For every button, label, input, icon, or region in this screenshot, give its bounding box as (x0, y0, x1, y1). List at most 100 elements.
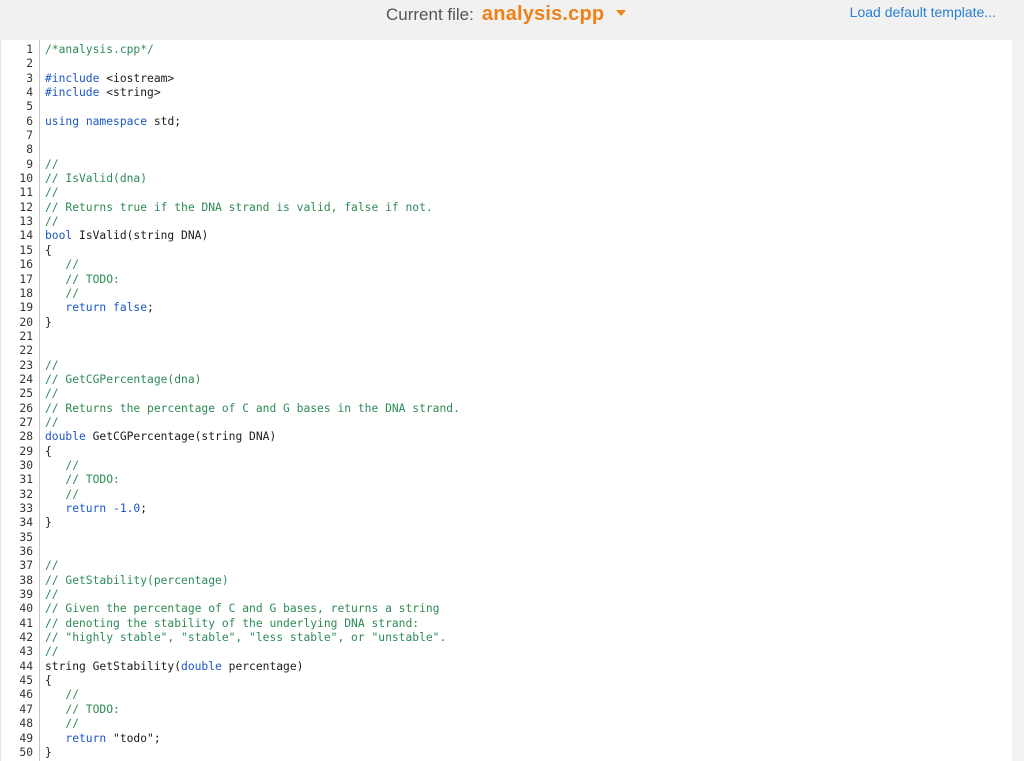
code-line[interactable]: 22 (1, 344, 1013, 358)
code-line[interactable]: 27 // (1, 416, 1013, 430)
code-text[interactable] (37, 545, 45, 559)
code-text[interactable]: double GetCGPercentage(string DNA) (37, 430, 276, 444)
code-text[interactable] (37, 57, 45, 71)
code-line[interactable]: 37 // (1, 559, 1013, 573)
code-line[interactable]: 49 return "todo"; (1, 732, 1013, 746)
code-editor[interactable]: 1 /*analysis.cpp*/ 2 3 #include <iostream> 4 #… (0, 40, 1013, 761)
code-line[interactable]: 8 (1, 143, 1013, 157)
code-line[interactable]: 3 #include <iostream> (1, 72, 1013, 86)
code-text[interactable]: { (37, 445, 52, 459)
code-line[interactable]: 50} (1, 746, 1013, 760)
code-text[interactable]: // "highly stable", "stable", "less stab… (37, 631, 446, 645)
code-line[interactable]: 35 (1, 531, 1013, 545)
code-text[interactable]: string GetStability(double percentage) (37, 660, 303, 674)
code-line[interactable]: 10 // IsValid(dna) (1, 172, 1013, 186)
code-text[interactable]: // Given the percentage of C and G bases… (37, 602, 439, 616)
code-line[interactable]: 9 // (1, 158, 1013, 172)
code-text[interactable]: // (37, 359, 59, 373)
code-line[interactable]: 21 (1, 330, 1013, 344)
code-line[interactable]: 45 { (1, 674, 1013, 688)
code-text[interactable]: // (37, 158, 59, 172)
code-line[interactable]: 46 // (1, 688, 1013, 702)
code-text[interactable]: // (37, 588, 59, 602)
code-text[interactable]: // (37, 559, 59, 573)
code-text[interactable]: } (37, 746, 52, 760)
code-line[interactable]: 28 double GetCGPercentage(string DNA) (1, 430, 1013, 444)
code-line[interactable]: 17 // TODO: (1, 273, 1013, 287)
code-text[interactable]: { (37, 674, 52, 688)
code-line[interactable]: 12 // Returns true if the DNA strand is v… (1, 201, 1013, 215)
code-line[interactable]: 6 using namespace std; (1, 115, 1013, 129)
code-text[interactable]: // (37, 717, 79, 731)
code-line[interactable]: 25 // (1, 387, 1013, 401)
code-text[interactable] (37, 129, 45, 143)
code-line[interactable]: 38 // GetStability(percentage) (1, 574, 1013, 588)
code-text[interactable]: // IsValid(dna) (37, 172, 147, 186)
code-text[interactable]: return "todo"; (37, 732, 160, 746)
code-line[interactable]: 32 // (1, 488, 1013, 502)
code-line[interactable]: 40 // Given the percentage of C and G bas… (1, 602, 1013, 616)
code-text[interactable] (37, 330, 45, 344)
code-line[interactable]: 39 // (1, 588, 1013, 602)
code-text[interactable]: // (37, 459, 79, 473)
code-text[interactable]: // (37, 186, 59, 200)
code-line[interactable]: 14 bool IsValid(string DNA) (1, 229, 1013, 243)
code-line[interactable]: 15 { (1, 244, 1013, 258)
code-lines[interactable]: 1 /*analysis.cpp*/ 2 3 #include <iostream> 4 #… (1, 43, 1013, 760)
code-text[interactable]: // (37, 215, 59, 229)
code-text[interactable]: // GetCGPercentage(dna) (37, 373, 201, 387)
code-text[interactable]: // TODO: (37, 703, 119, 717)
code-line[interactable]: 44 string GetStability(double percentage) (1, 660, 1013, 674)
code-text[interactable]: { (37, 244, 52, 258)
code-line[interactable]: 1 /*analysis.cpp*/ (1, 43, 1013, 57)
code-line[interactable]: 29 { (1, 445, 1013, 459)
code-text[interactable]: // denoting the stability of the underly… (37, 617, 419, 631)
code-text[interactable]: return false; (37, 301, 153, 315)
code-text[interactable]: // (37, 488, 79, 502)
code-line[interactable]: 5 (1, 100, 1013, 114)
code-text[interactable]: } (37, 316, 52, 330)
code-text[interactable] (37, 100, 45, 114)
code-text[interactable]: return -1.0; (37, 502, 147, 516)
code-text[interactable]: // Returns the percentage of C and G bas… (37, 402, 460, 416)
code-line[interactable]: 43 // (1, 645, 1013, 659)
code-text[interactable]: // (37, 688, 79, 702)
code-line[interactable]: 30 // (1, 459, 1013, 473)
code-text[interactable]: bool IsValid(string DNA) (37, 229, 208, 243)
code-line[interactable]: 23 // (1, 359, 1013, 373)
code-text[interactable] (37, 143, 45, 157)
code-text[interactable]: // TODO: (37, 273, 119, 287)
code-line[interactable]: 4 #include <string> (1, 86, 1013, 100)
code-line[interactable]: 24 // GetCGPercentage(dna) (1, 373, 1013, 387)
code-text[interactable]: #include <string> (37, 86, 161, 100)
code-text[interactable] (37, 344, 45, 358)
editor-scrollbar[interactable] (1012, 40, 1024, 761)
code-line[interactable]: 18 // (1, 287, 1013, 301)
chevron-down-icon[interactable] (616, 10, 627, 16)
code-text[interactable]: } (37, 516, 52, 530)
code-line[interactable]: 13 // (1, 215, 1013, 229)
code-line[interactable]: 16 // (1, 258, 1013, 272)
code-text[interactable]: #include <iostream> (37, 72, 174, 86)
code-line[interactable]: 2 (1, 57, 1013, 71)
file-selector[interactable]: Current file: analysis.cpp (386, 3, 627, 29)
code-text[interactable]: // TODO: (37, 473, 119, 487)
code-text[interactable]: // GetStability(percentage) (37, 574, 229, 588)
code-text[interactable]: using namespace std; (37, 115, 181, 129)
code-line[interactable]: 34} (1, 516, 1013, 530)
code-text[interactable]: /*analysis.cpp*/ (37, 43, 154, 57)
code-line[interactable]: 26 // Returns the percentage of C and G b… (1, 402, 1013, 416)
load-default-template-link[interactable]: Load default template... (850, 4, 996, 20)
code-text[interactable] (37, 531, 45, 545)
code-text[interactable]: // (37, 645, 59, 659)
code-text[interactable]: // (37, 416, 59, 430)
current-file-name[interactable]: analysis.cpp (482, 3, 604, 26)
code-line[interactable]: 11 // (1, 186, 1013, 200)
code-line[interactable]: 7 (1, 129, 1013, 143)
code-text[interactable]: // (37, 387, 59, 401)
code-line[interactable]: 42 // "highly stable", "stable", "less st… (1, 631, 1013, 645)
code-line[interactable]: 48 // (1, 717, 1013, 731)
code-line[interactable]: 20} (1, 316, 1013, 330)
code-line[interactable]: 36 (1, 545, 1013, 559)
code-line[interactable]: 47 // TODO: (1, 703, 1013, 717)
